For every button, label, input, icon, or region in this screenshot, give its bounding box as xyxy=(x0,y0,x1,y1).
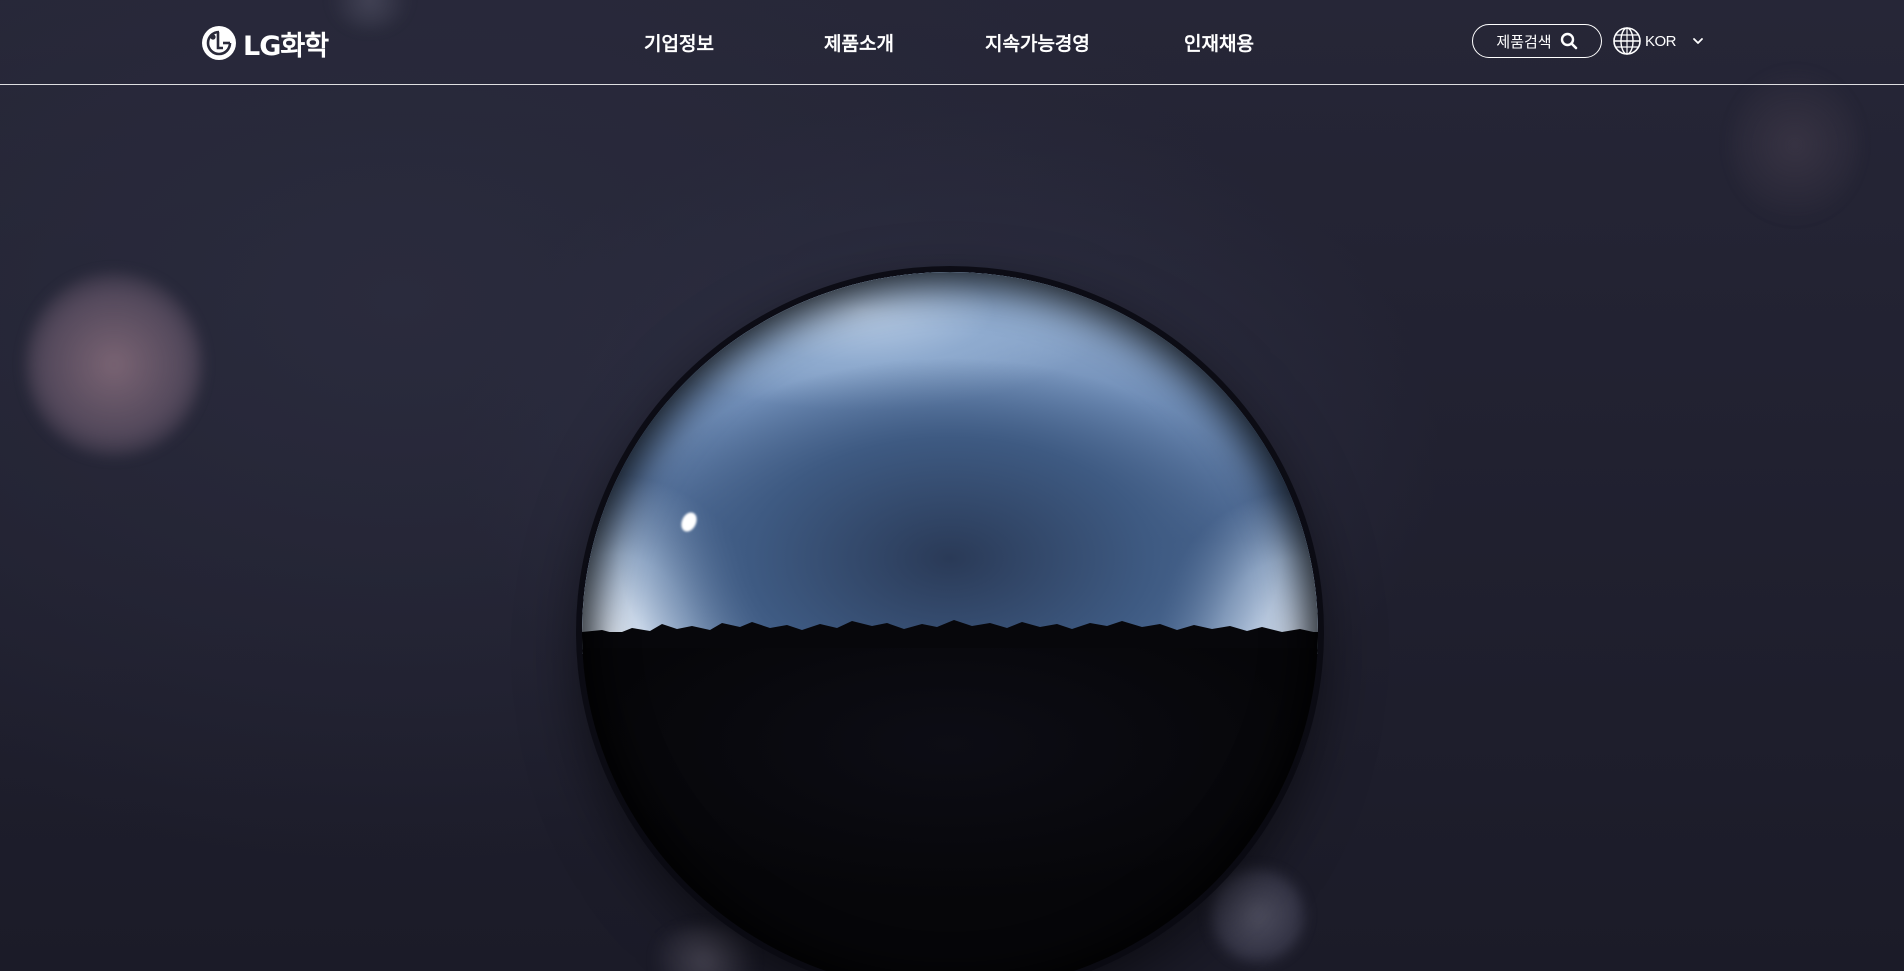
hero-droplet-sphere xyxy=(582,272,1318,971)
sphere-rim-shadow xyxy=(582,272,1318,971)
nav-item-careers[interactable]: 인재채용 xyxy=(1184,29,1254,59)
globe-icon xyxy=(1613,27,1641,55)
product-search-label: 제품검색 xyxy=(1496,32,1552,51)
product-search-button[interactable]: 제품검색 xyxy=(1472,24,1602,58)
site-header: LG화학 기업정보 제품소개 지속가능경영 인재채용 제품검색 KOR xyxy=(0,0,1904,85)
bokeh-light xyxy=(1730,70,1860,220)
nav-item-company-info[interactable]: 기업정보 xyxy=(644,29,714,59)
nav-item-products[interactable]: 제품소개 xyxy=(824,29,894,59)
bokeh-light xyxy=(25,272,203,457)
search-icon xyxy=(1560,32,1577,50)
language-selected: KOR xyxy=(1645,32,1677,50)
nav-item-sustainability[interactable]: 지속가능경영 xyxy=(985,29,1090,59)
hero-background xyxy=(0,0,1904,971)
language-selector[interactable]: KOR xyxy=(1612,26,1704,56)
chevron-down-icon xyxy=(1693,38,1703,44)
